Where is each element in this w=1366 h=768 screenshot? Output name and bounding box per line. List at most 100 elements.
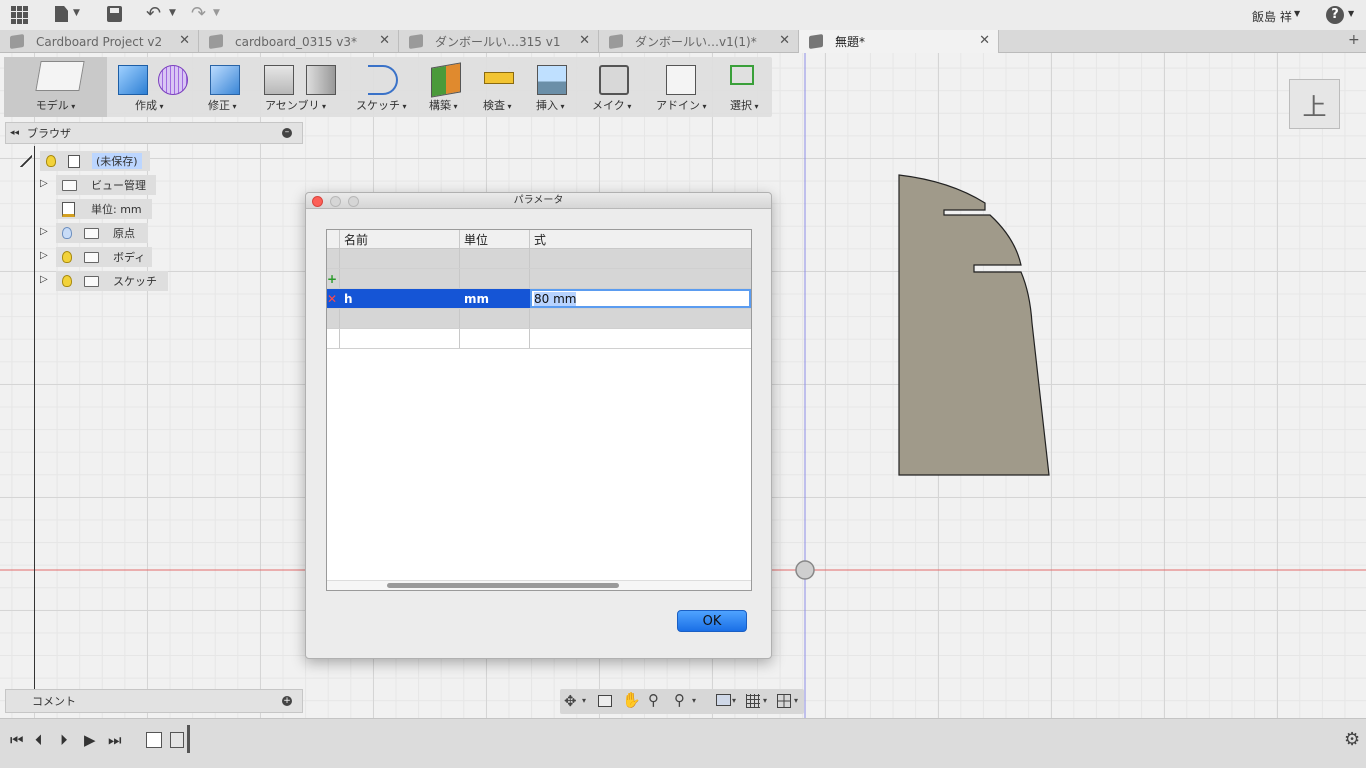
parameter-expression-input[interactable]: 80 mm <box>530 289 751 308</box>
make-menu[interactable]: メイク <box>588 57 640 117</box>
parameter-name-cell[interactable]: h <box>340 289 460 308</box>
new-tab-icon[interactable]: + <box>1348 32 1360 48</box>
dialog-title-bar[interactable]: パラメータ <box>306 193 771 209</box>
tab-danboru-315[interactable]: ダンボールい…315 v1 ✕ <box>399 30 599 53</box>
redo-chevron-icon[interactable]: ▼ <box>213 8 220 18</box>
go-to-start-icon[interactable]: ⏮ <box>10 731 24 749</box>
tab-label: Cardboard Project v2 <box>36 34 163 49</box>
redo-icon[interactable]: ↷ <box>191 3 206 24</box>
browser-panel-header[interactable]: ◂◂ ブラウザ – <box>5 122 303 144</box>
addins-menu[interactable]: アドイン <box>652 57 712 117</box>
close-icon[interactable]: ✕ <box>779 33 790 48</box>
fit-chevron-icon[interactable]: ▾ <box>692 696 696 705</box>
add-comment-icon[interactable]: + <box>282 696 292 706</box>
tab-untitled[interactable]: 無題* ✕ <box>799 30 999 53</box>
table-row[interactable] <box>327 329 751 349</box>
pan-hand-icon[interactable]: ✋ <box>622 691 641 709</box>
comments-panel-header[interactable]: コメント + <box>5 689 303 713</box>
tree-expand-icon[interactable]: ▷ <box>40 250 50 262</box>
delete-parameter-icon[interactable]: ✕ <box>327 289 340 308</box>
collapse-panel-icon[interactable]: ◂◂ <box>10 128 19 138</box>
workspace-model-button[interactable]: モデル <box>4 57 107 117</box>
display-settings-icon[interactable] <box>716 694 731 706</box>
create-menu[interactable]: 作成 <box>110 57 196 117</box>
table-row[interactable] <box>327 309 751 329</box>
grid-chevron-icon[interactable]: ▾ <box>763 696 767 705</box>
close-icon[interactable]: ✕ <box>579 33 590 48</box>
column-header-unit[interactable]: 単位 <box>460 230 530 248</box>
visibility-bulb-icon[interactable] <box>62 275 72 287</box>
orbit-icon[interactable]: ✥ <box>564 692 577 710</box>
timeline-marker[interactable] <box>187 725 190 753</box>
tree-expand-root-icon[interactable] <box>20 155 32 167</box>
timeline-bar: ⏮ ⏴ ⏵ ▶ ⏭ ⚙ <box>0 718 1366 768</box>
root-label: (未保存) <box>92 153 142 169</box>
close-icon[interactable]: ✕ <box>979 33 990 48</box>
construct-menu[interactable]: 構築 <box>425 57 467 117</box>
table-row-selected[interactable]: ✕ h mm 80 mm <box>327 289 751 309</box>
browser-node-bodies[interactable]: ボディ <box>56 247 152 267</box>
visibility-bulb-icon[interactable] <box>46 155 56 167</box>
file-icon[interactable] <box>55 6 68 22</box>
tab-danboru-v1[interactable]: ダンボールい…v1(1)* ✕ <box>599 30 799 53</box>
modify-menu[interactable]: 修正 <box>202 57 247 117</box>
select-menu[interactable]: 選択 <box>720 57 772 117</box>
table-row-model-params[interactable] <box>327 249 751 269</box>
app-grid-icon[interactable] <box>11 6 29 24</box>
help-chevron-icon[interactable]: ▼ <box>1348 9 1354 18</box>
zoom-icon[interactable]: ⚲ <box>648 691 659 709</box>
parameter-unit-cell[interactable]: mm <box>460 289 530 308</box>
tree-expand-icon[interactable]: ▷ <box>40 274 50 286</box>
user-chevron-icon[interactable]: ▼ <box>1294 9 1300 18</box>
fit-view-icon[interactable]: ⚲ <box>674 691 685 709</box>
table-row-user-params[interactable]: + <box>327 269 751 289</box>
browser-node-named-views[interactable]: ビュー管理 <box>56 175 156 195</box>
browser-node-origin[interactable]: 原点 <box>56 223 148 243</box>
folder-icon <box>84 275 99 287</box>
add-parameter-icon[interactable]: + <box>327 269 340 288</box>
display-chevron-icon[interactable]: ▾ <box>732 696 736 705</box>
tab-cardboard-project[interactable]: Cardboard Project v2 ✕ <box>0 30 199 53</box>
user-name[interactable]: 飯島 祥 <box>1252 8 1292 25</box>
timeline-settings-gear-icon[interactable]: ⚙ <box>1344 729 1360 750</box>
timeline-extrude-feature-icon[interactable] <box>170 732 184 748</box>
visibility-bulb-icon[interactable] <box>62 251 72 263</box>
view-cube[interactable]: 上 <box>1289 79 1340 129</box>
timeline-sketch-feature-icon[interactable] <box>146 732 162 748</box>
undo-icon[interactable]: ↶ <box>146 3 161 24</box>
orbit-chevron-icon[interactable]: ▾ <box>582 696 586 705</box>
tree-expand-icon[interactable]: ▷ <box>40 226 50 238</box>
browser-node-units[interactable]: 単位: mm <box>56 199 152 219</box>
look-at-icon[interactable] <box>598 695 612 707</box>
undo-chevron-icon[interactable]: ▼ <box>169 8 176 18</box>
viewports-chevron-icon[interactable]: ▾ <box>794 696 798 705</box>
step-back-icon[interactable]: ⏴ <box>35 731 43 749</box>
browser-node-sketches[interactable]: スケッチ <box>56 271 168 291</box>
offset-plane-icon <box>431 62 461 98</box>
column-header-name[interactable]: 名前 <box>340 230 460 248</box>
insert-menu[interactable]: 挿入 <box>531 57 573 117</box>
ok-button[interactable]: OK <box>677 610 747 632</box>
close-icon[interactable]: ✕ <box>379 33 390 48</box>
assembly-menu[interactable]: アセンブリ <box>254 57 346 117</box>
save-icon[interactable] <box>107 6 122 22</box>
help-icon[interactable]: ? <box>1326 6 1344 24</box>
viewports-icon[interactable] <box>777 694 791 708</box>
step-forward-icon[interactable]: ⏵ <box>60 731 68 749</box>
tab-cardboard-0315[interactable]: cardboard_0315 v3* ✕ <box>199 30 399 53</box>
file-menu-chevron-icon[interactable]: ▼ <box>73 8 80 18</box>
inspect-menu[interactable]: 検査 <box>478 57 520 117</box>
browser-root-node[interactable]: (未保存) <box>40 151 150 171</box>
close-window-icon[interactable] <box>312 196 323 207</box>
play-icon[interactable]: ▶ <box>84 731 96 749</box>
horizontal-scrollbar[interactable] <box>327 580 751 590</box>
close-icon[interactable]: ✕ <box>179 33 190 48</box>
sketch-menu[interactable]: スケッチ <box>354 57 412 117</box>
go-to-end-icon[interactable]: ⏭ <box>108 731 122 749</box>
scrollbar-thumb[interactable] <box>387 583 619 588</box>
column-header-expression[interactable]: 式 <box>530 230 751 248</box>
minus-circle-icon[interactable]: – <box>282 128 292 138</box>
tree-expand-icon[interactable]: ▷ <box>40 178 50 190</box>
grid-snaps-icon[interactable] <box>746 694 760 708</box>
visibility-bulb-icon[interactable] <box>62 227 72 239</box>
